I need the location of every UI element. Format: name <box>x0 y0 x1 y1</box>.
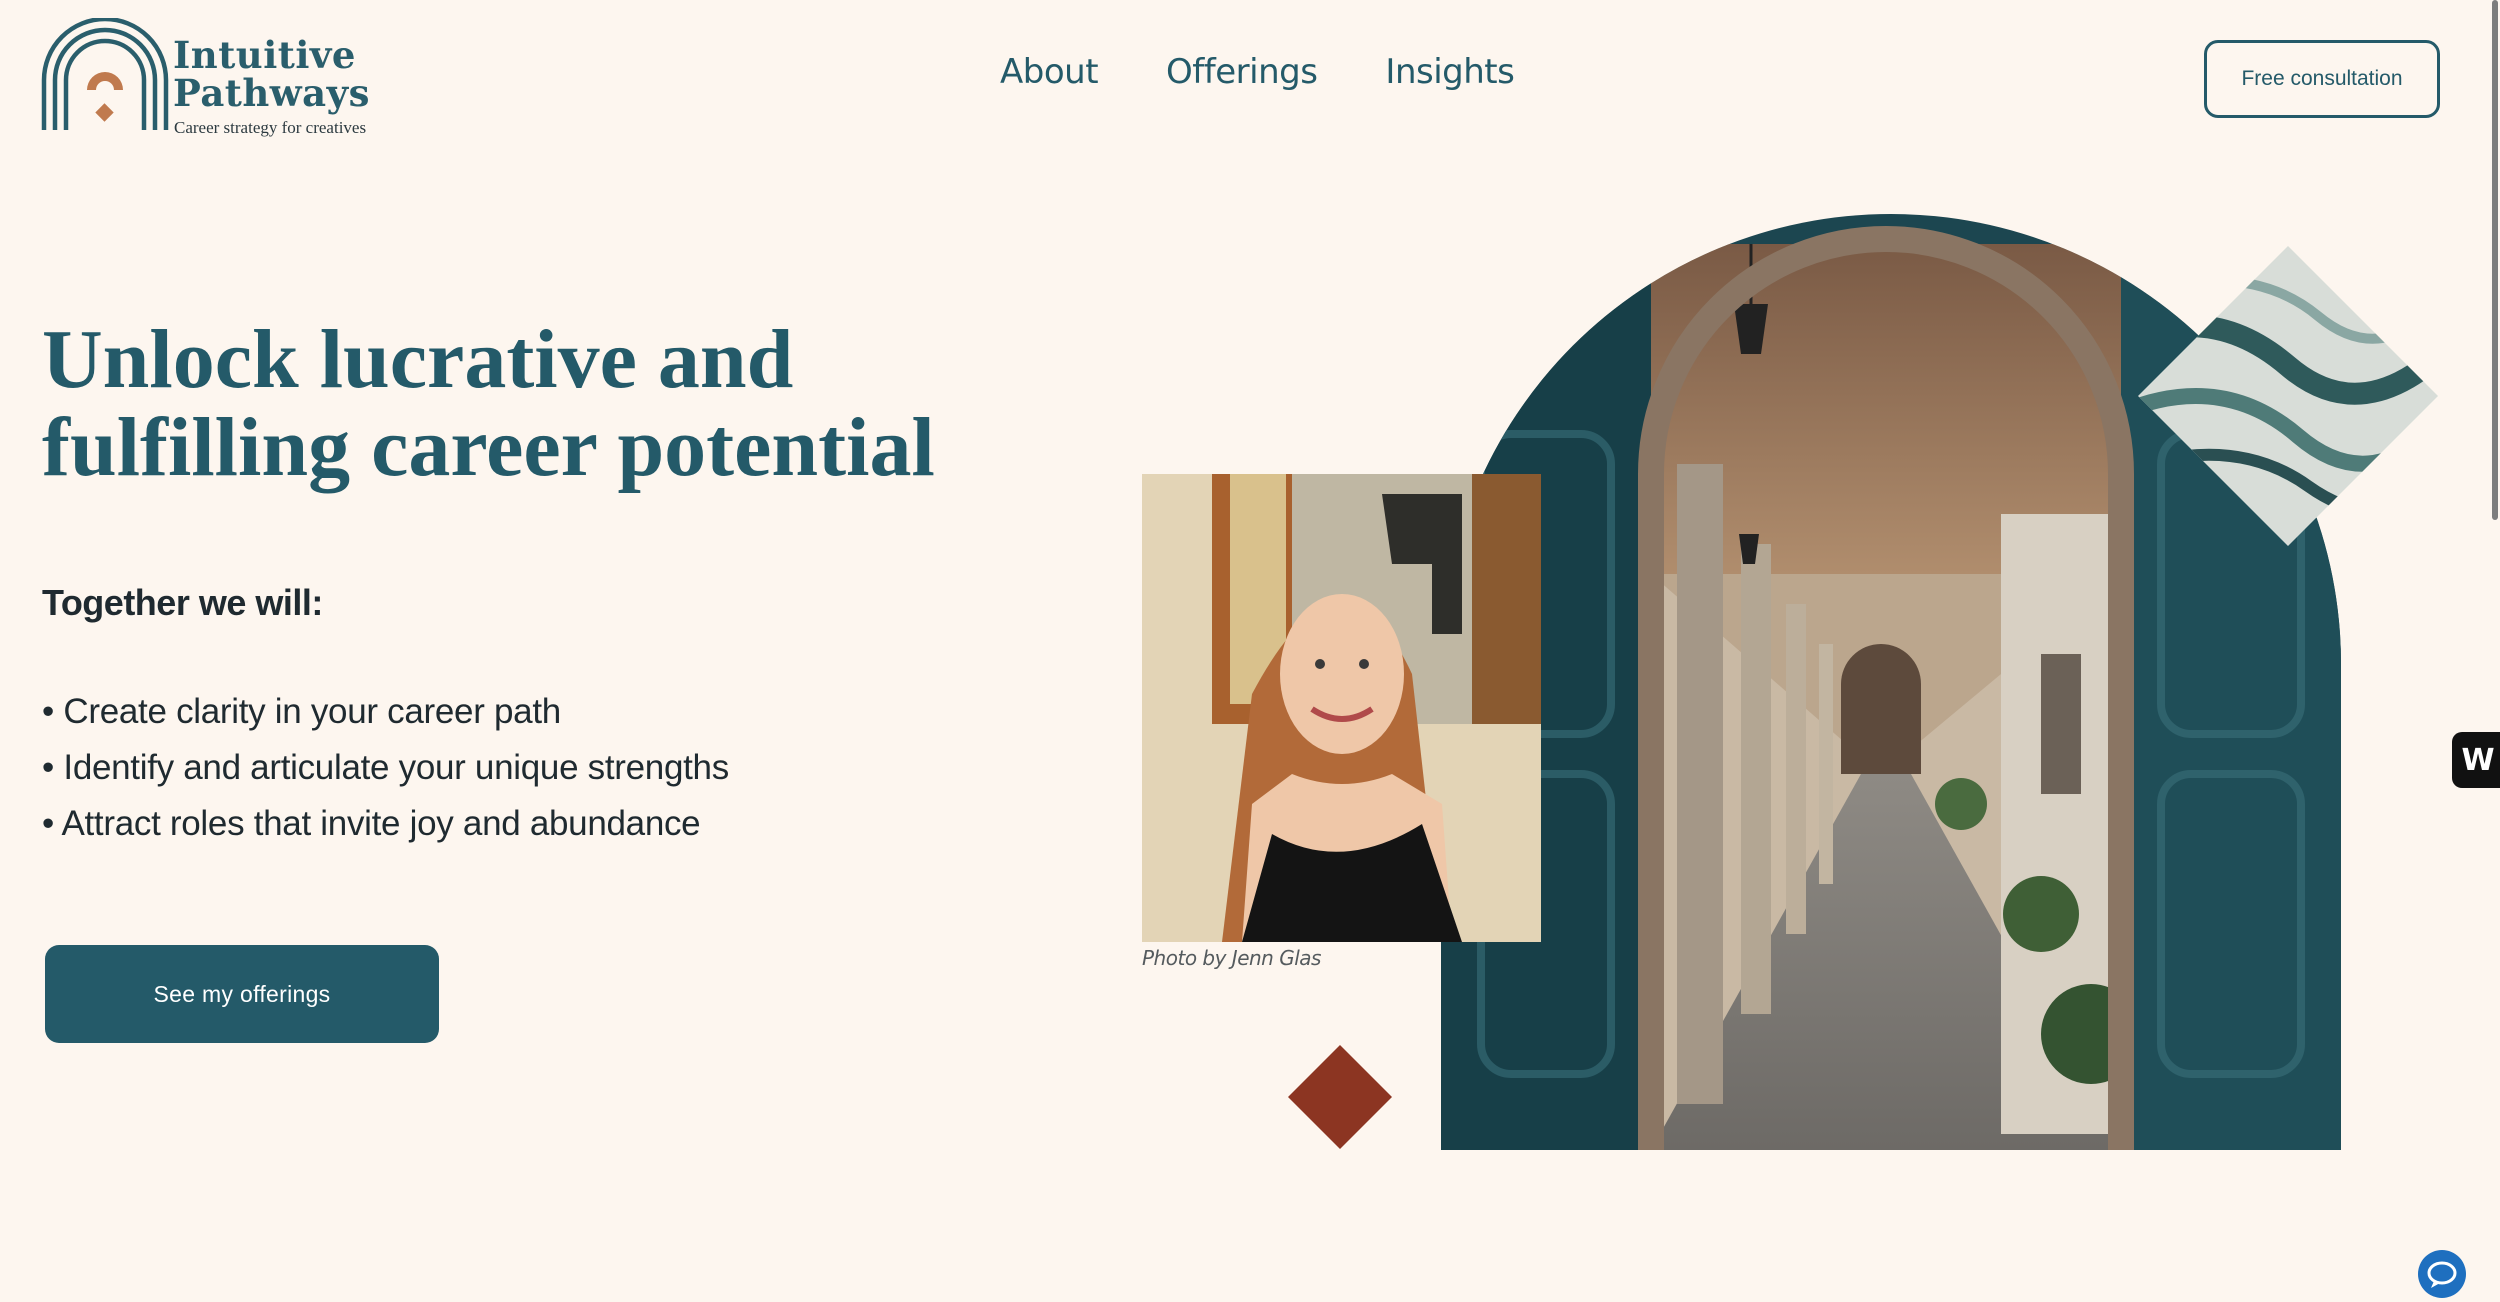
brand-tagline: Career strategy for creatives <box>174 118 367 137</box>
hero-subhead: Together we will: <box>42 582 323 623</box>
brand-name-line2: Pathways <box>173 71 370 115</box>
benefit-item: Identify and articulate your unique stre… <box>42 740 729 796</box>
nav-link-insights[interactable]: Insights <box>1385 52 1514 92</box>
page-scrollbar[interactable] <box>2490 0 2500 1302</box>
nav-link-about[interactable]: About <box>1000 52 1099 92</box>
photo-credit: Photo by Jenn Glas <box>1142 946 1321 970</box>
logo-link[interactable]: Intuitive Pathways Career strategy for c… <box>40 18 380 143</box>
w-badge-button[interactable]: W <box>2452 732 2500 788</box>
main-nav: About Offerings Insights <box>1000 52 1515 92</box>
portrait-photo <box>1142 474 1541 942</box>
scrollbar-thumb[interactable] <box>2492 0 2498 520</box>
brand-name-line1: Intuitive <box>173 33 356 77</box>
see-offerings-button[interactable]: See my offerings <box>45 945 439 1043</box>
benefit-item: Attract roles that invite joy and abunda… <box>42 796 729 852</box>
red-diamond-decoration <box>1288 1045 1392 1149</box>
benefit-item: Create clarity in your career path <box>42 684 729 740</box>
rainbow-arch-logo-icon <box>41 18 169 130</box>
hero-headline: Unlock lucrative and fulfilling career p… <box>42 316 1002 492</box>
chat-button[interactable] <box>2418 1250 2466 1298</box>
hero-headline-line2: fulfilling career potential <box>42 401 935 494</box>
chat-bubble-icon <box>2427 1261 2457 1288</box>
benefit-list: Create clarity in your career path Ident… <box>42 684 729 852</box>
free-consultation-button[interactable]: Free consultation <box>2204 40 2440 118</box>
brand-name: Intuitive Pathways <box>173 36 370 112</box>
hero-headline-line1: Unlock lucrative and <box>42 313 794 406</box>
nav-link-offerings[interactable]: Offerings <box>1166 52 1318 92</box>
marble-diamond-decoration <box>2138 246 2438 546</box>
